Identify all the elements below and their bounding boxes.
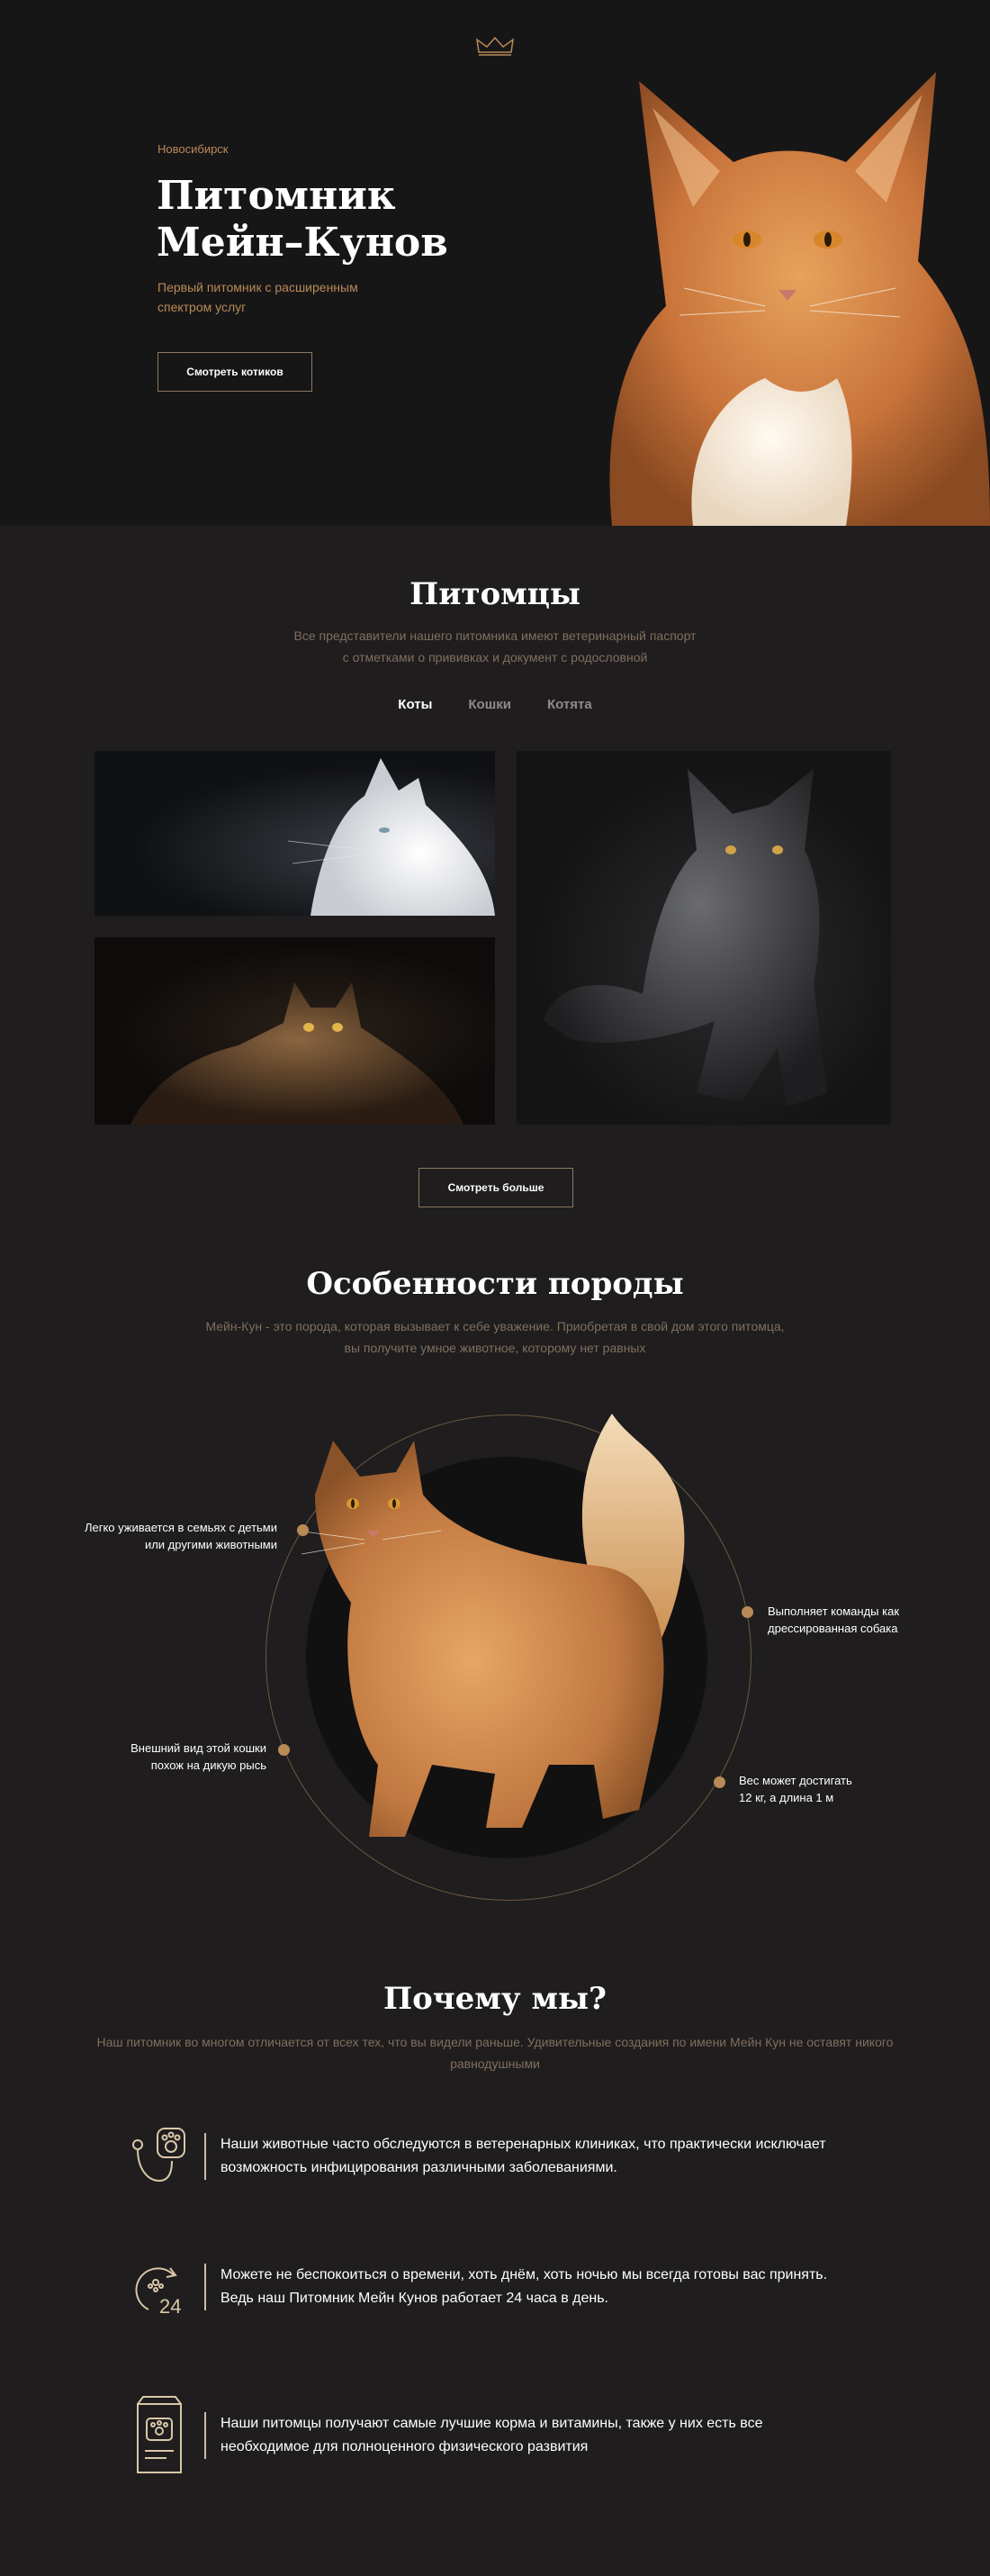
pets-tabs: Коты Кошки Котята [0,697,990,712]
view-cats-button[interactable]: Смотреть котиков [158,352,312,392]
feature-lynx-look: Внешний вид этой кошки похож на дикую ры… [130,1741,266,1772]
feature-dot-3 [742,1606,753,1618]
features-description-line2: вы получите умное животное, которому нет… [344,1341,646,1355]
hero-subtitle: Первый питомник с расширенным спектром у… [158,280,358,314]
why-divider [204,2133,206,2180]
why-text-24h: Можете не беспокоиться о времени, хоть д… [220,2267,828,2306]
pets-description-line2: с отметками о прививках и документ с род… [342,650,648,664]
pet-photo-tabby-cat[interactable] [94,937,495,1125]
why-item-24h: 24 Можете не беспокоиться о времени, хот… [130,2255,832,2318]
hero-section: Новосибирск Питомник Мейн–Кунов Первый п… [0,0,990,526]
feature-dot-1 [297,1524,309,1536]
feature-dot-4 [714,1776,725,1788]
pets-description-line1: Все представители нашего питомника имеют… [293,628,697,643]
pet-food-bag-icon [137,2396,182,2473]
features-description-line1: Мейн-Кун - это порода, которая вызывает … [205,1319,785,1333]
feature-weight: Вес может достигать 12 кг, а длина 1 м [739,1774,852,1804]
pet-photo-white-cat[interactable] [94,751,495,916]
tab-cats[interactable]: Коты [398,697,432,712]
feature-family-friendly: Легко уживается в семьях с детьми или др… [84,1521,277,1551]
pets-title: Питомцы [410,576,580,612]
svg-text:24: 24 [159,2295,181,2318]
feature-commands: Выполняет команды как дрессированная соб… [768,1604,900,1635]
why-description-line2: равнодушными [450,2056,540,2071]
tab-female-cats[interactable]: Кошки [468,697,511,712]
clock-24-icon: 24 [135,2267,181,2318]
vet-stethoscope-icon [132,2128,185,2183]
pet-photo-black-cat[interactable] [517,751,891,1125]
why-text-vet: Наши животные часто обследуются в ветере… [220,2137,826,2175]
why-text-food: Наши питомцы получают самые лучшие корма… [220,2416,763,2454]
hero-cat-image [609,72,990,526]
see-more-button[interactable]: Смотреть больше [418,1168,573,1207]
city-label: Новосибирск [158,142,229,156]
feature-dot-2 [278,1744,290,1756]
why-item-vet: Наши животные часто обследуются в ветере… [130,2125,832,2188]
why-description-line1: Наш питомник во многом отличается от все… [96,2035,894,2049]
hero-title: Питомник Мейн–Кунов [157,173,448,266]
crown-icon [476,36,514,56]
why-item-food: Наши питомцы получают самые лучшие корма… [130,2395,832,2476]
why-divider [204,2264,206,2310]
features-title: Особенности породы [306,1266,684,1302]
why-divider [204,2412,206,2459]
feature-cat-image [296,1414,685,1837]
why-title: Почему мы? [383,1981,607,2017]
tab-kittens[interactable]: Котята [547,697,592,712]
